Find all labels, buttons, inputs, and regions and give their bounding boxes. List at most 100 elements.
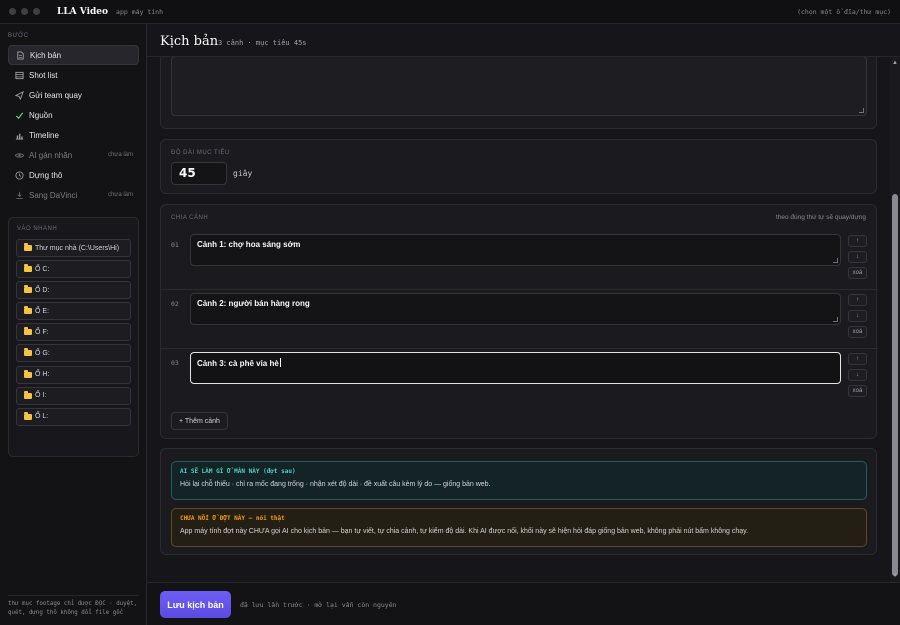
quick-access-label: VÀO NHANH xyxy=(17,226,58,232)
sidebar-item-ai-labeling[interactable]: AI gán nhãn chưa làm xyxy=(8,145,139,165)
quick-item-label: Ổ L: xyxy=(35,413,49,421)
folder-icon xyxy=(24,390,32,399)
ai-plan-text: Hỏi lại chỗ thiếu · chỉ ra mốc đang trốn… xyxy=(180,481,491,488)
app-subtitle: app máy tính xyxy=(116,7,164,16)
scene-number: 02 xyxy=(171,300,179,308)
delete-scene-button[interactable]: xoá xyxy=(848,385,867,397)
quick-item-drive-c[interactable]: Ổ C: xyxy=(16,260,131,279)
folder-icon xyxy=(24,327,32,336)
scenes-order-note: theo đúng thứ tự sẽ quay/dựng xyxy=(775,214,866,221)
resize-handle-icon[interactable] xyxy=(859,108,864,113)
quick-item-label: Ổ H: xyxy=(35,371,50,379)
scenes-card: CHIA CẢNH theo đúng thứ tự sẽ quay/dựng … xyxy=(160,204,878,439)
script-text-card xyxy=(160,57,877,129)
quick-item-label: Ổ G: xyxy=(35,349,50,357)
scene-input[interactable]: Cảnh 2: người bán hàng rong xyxy=(190,293,841,325)
eye-icon xyxy=(14,150,24,160)
quick-item-drive-h[interactable]: Ổ H: xyxy=(16,365,131,384)
scene-input-focused[interactable]: Cảnh 3: cà phê vỉa hè xyxy=(190,352,841,384)
sidebar-item-send-team[interactable]: Gửi team quay xyxy=(8,85,139,105)
duration-input[interactable]: 45 xyxy=(171,162,227,185)
delete-scene-button[interactable]: xoá xyxy=(848,326,867,338)
folder-icon xyxy=(24,285,32,294)
delete-scene-button[interactable]: xoá xyxy=(848,267,867,279)
page-meta: 3 cảnh · mục tiêu 45s xyxy=(218,39,307,47)
window-maximize-dot[interactable] xyxy=(33,8,40,15)
sidebar-item-shot-list[interactable]: Shot list xyxy=(8,65,139,85)
sidebar: BƯỚC Kịch bản Shot list Gửi team quay Ng… xyxy=(0,24,147,625)
quick-item-label: Thư mục nhà (C:\Users\Hi) xyxy=(35,244,120,252)
scene-input[interactable]: Cảnh 1: chợ hoa sáng sớm xyxy=(190,234,841,266)
ai-plan-title: AI SẼ LÀM GÌ Ở MÀN NÀY (đợt sau) xyxy=(180,468,296,475)
steps-nav: Kịch bản Shot list Gửi team quay Nguồn T… xyxy=(8,45,139,205)
folder-icon xyxy=(24,306,32,315)
quick-item-label: Ổ C: xyxy=(35,265,50,273)
move-down-button[interactable]: ↓ xyxy=(848,369,867,381)
quick-item-drive-i[interactable]: Ổ I: xyxy=(16,386,131,405)
folder-icon xyxy=(24,243,32,251)
main-content[interactable]: ĐỘ DÀI MỤC TIÊU 45 giây CHIA CẢNH theo đ… xyxy=(147,57,890,582)
scene-row-1: 01 Cảnh 1: chợ hoa sáng sớm ↑ ↓ xoá xyxy=(171,234,867,286)
scene-divider xyxy=(161,289,878,290)
bar-chart-icon xyxy=(14,130,24,140)
steps-label: BƯỚC xyxy=(8,33,29,39)
window-controls xyxy=(9,8,40,15)
scene-number: 03 xyxy=(171,359,179,367)
folder-icon xyxy=(24,411,32,420)
move-up-button[interactable]: ↑ xyxy=(848,235,867,247)
sidebar-item-label: Kịch bản xyxy=(30,50,62,60)
folder-icon xyxy=(24,348,32,357)
not-done-badge: chưa làm xyxy=(107,152,133,158)
quick-item-home[interactable]: Thư mục nhà (C:\Users\Hi) xyxy=(16,239,131,257)
sidebar-item-source[interactable]: Nguồn xyxy=(8,105,139,125)
resize-handle-icon[interactable] xyxy=(833,317,838,322)
sidebar-item-label: Dựng thô xyxy=(29,170,63,180)
window-close-dot[interactable] xyxy=(9,8,16,15)
folder-icon xyxy=(24,369,32,378)
quick-item-drive-d[interactable]: Ổ D: xyxy=(16,281,131,300)
move-up-button[interactable]: ↑ xyxy=(848,294,867,306)
scene-number: 01 xyxy=(171,241,179,249)
resize-handle-icon[interactable] xyxy=(833,258,838,263)
quick-item-drive-l[interactable]: Ổ L: xyxy=(16,407,131,426)
sidebar-item-label: Shot list xyxy=(29,70,58,80)
quick-item-label: Ổ I: xyxy=(35,392,47,400)
not-connected-text: App máy tính đợt này CHƯA gọi AI cho kịc… xyxy=(180,528,749,535)
scenes-label: CHIA CẢNH xyxy=(171,215,209,221)
save-script-button[interactable]: Lưu kịch bản xyxy=(160,591,231,618)
page-title: Kịch bản xyxy=(160,34,219,49)
add-scene-button[interactable]: + Thêm cảnh xyxy=(171,412,228,430)
quick-item-drive-e[interactable]: Ổ E: xyxy=(16,302,131,321)
quick-item-drive-g[interactable]: Ổ G: xyxy=(16,344,131,363)
scrollbar-thumb[interactable] xyxy=(892,194,898,576)
drive-hint: (chọn một ổ đĩa/thư mục) xyxy=(797,8,891,16)
sidebar-item-timeline[interactable]: Timeline xyxy=(8,125,139,145)
sidebar-item-label: Gửi team quay xyxy=(29,90,82,100)
sidebar-item-script[interactable]: Kịch bản xyxy=(8,45,139,65)
title-bar: LLA Video app máy tính (chọn một ổ đĩa/t… xyxy=(0,0,900,24)
quick-item-drive-f[interactable]: Ổ F: xyxy=(16,323,131,342)
script-textarea[interactable] xyxy=(171,57,867,116)
move-down-button[interactable]: ↓ xyxy=(848,310,867,322)
sidebar-item-davinci[interactable]: Sang DaVinci chưa làm xyxy=(8,185,139,205)
sidebar-item-rough-cut[interactable]: Dựng thô xyxy=(8,165,139,185)
move-up-button[interactable]: ↑ xyxy=(848,353,867,365)
duration-unit: giây xyxy=(233,169,253,178)
ai-plan-note: AI SẼ LÀM GÌ Ở MÀN NÀY (đợt sau) Hỏi lại… xyxy=(171,461,867,500)
clock-icon xyxy=(14,170,24,180)
window-minimize-dot[interactable] xyxy=(21,8,28,15)
vertical-scrollbar[interactable]: ▲ ▼ xyxy=(890,57,900,582)
page-header: Kịch bản 3 cảnh · mục tiêu 45s xyxy=(147,24,900,57)
read-only-footnote: thư mục footage chỉ được ĐỌC · duyệt, qu… xyxy=(8,595,139,618)
document-icon xyxy=(15,50,25,60)
text-caret xyxy=(279,358,281,367)
move-down-button[interactable]: ↓ xyxy=(848,251,867,263)
quick-item-label: Ổ E: xyxy=(35,307,50,315)
notes-card: AI SẼ LÀM GÌ Ở MÀN NÀY (đợt sau) Hỏi lại… xyxy=(160,448,877,555)
scroll-up-arrow-icon[interactable]: ▲ xyxy=(892,60,898,66)
quick-access-panel: VÀO NHANH Thư mục nhà (C:\Users\Hi) Ổ C:… xyxy=(8,217,139,457)
quick-item-label: Ổ F: xyxy=(35,328,49,336)
folder-icon xyxy=(24,264,32,273)
sidebar-item-label: Sang DaVinci xyxy=(29,190,78,200)
scroll-down-arrow-icon[interactable]: ▼ xyxy=(892,573,898,579)
